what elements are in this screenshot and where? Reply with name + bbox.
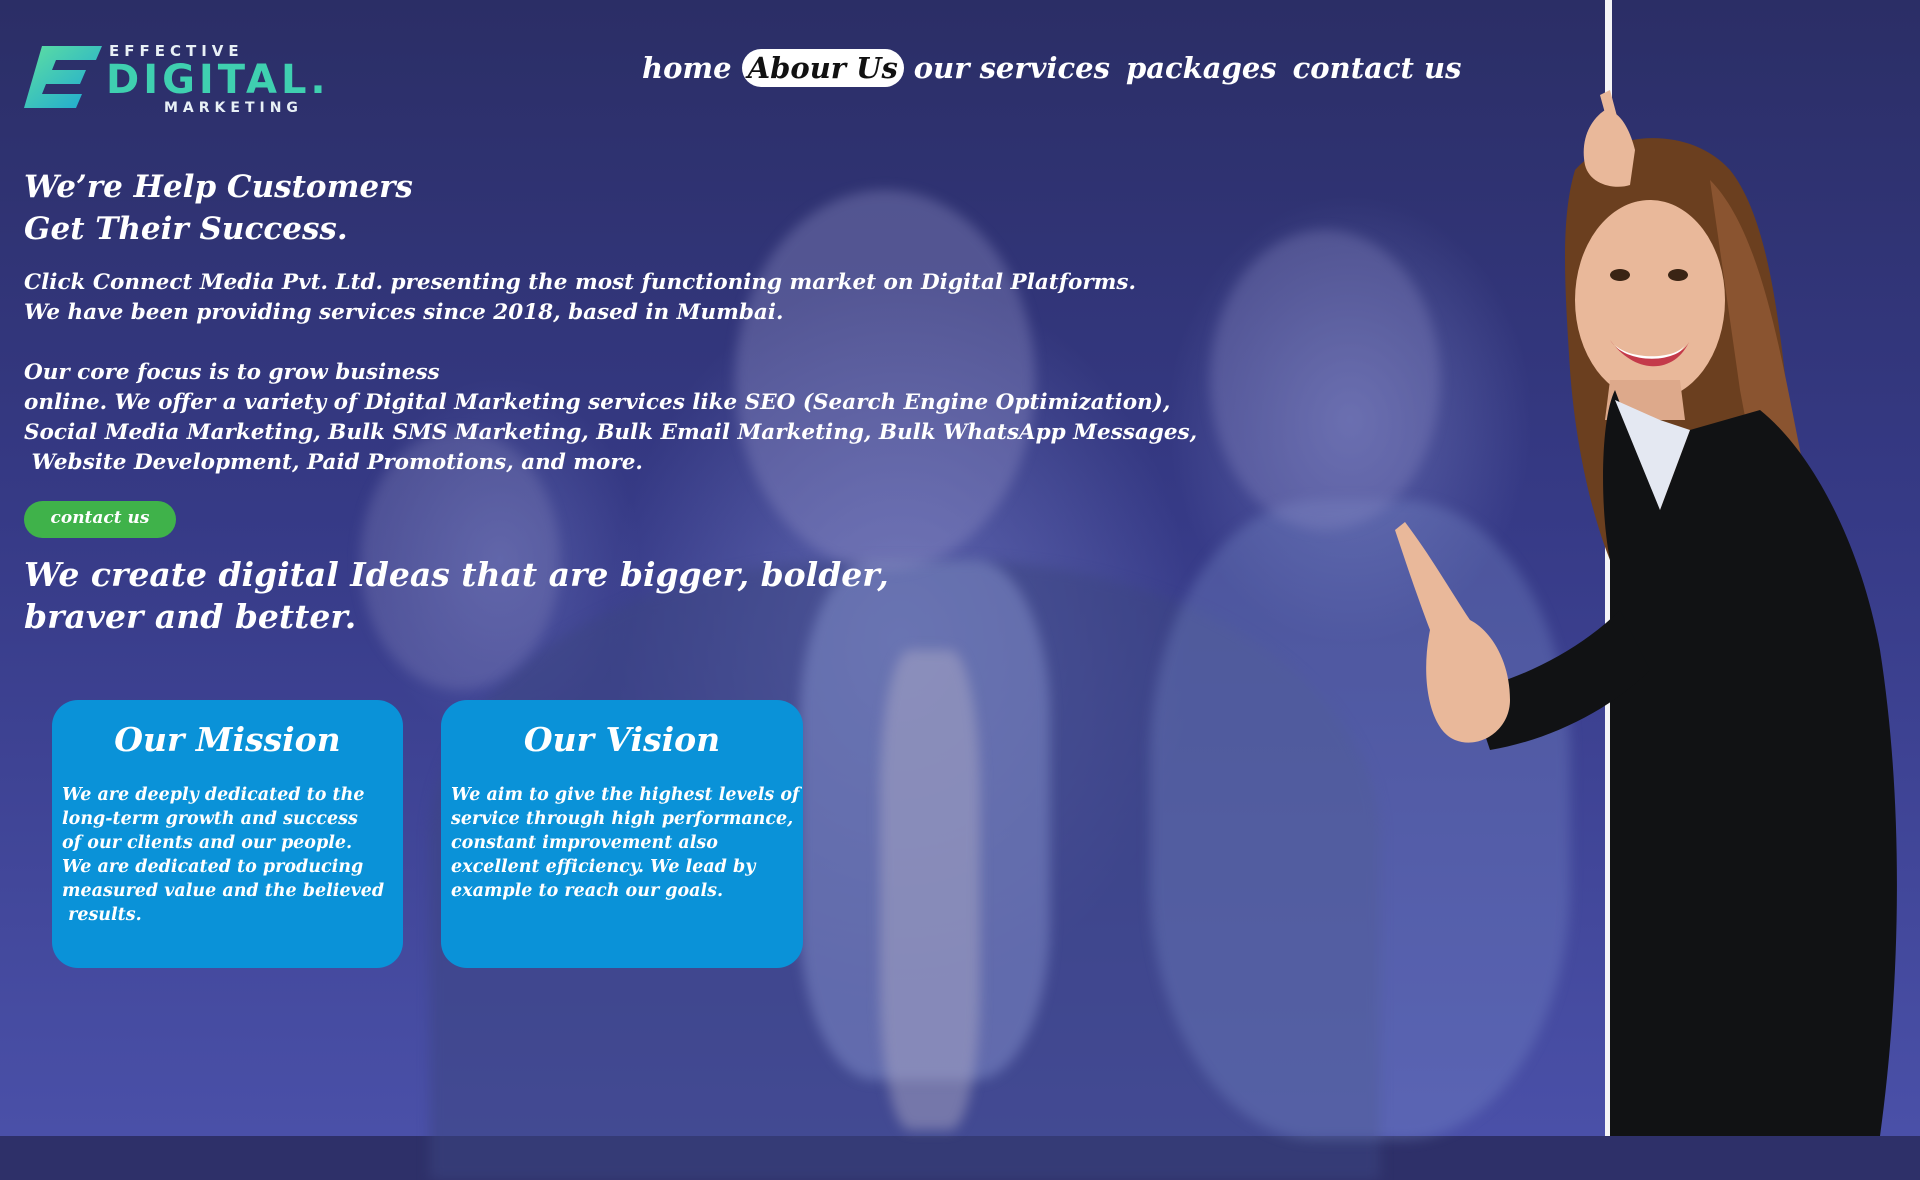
nav-about-us[interactable]: Abour Us bbox=[741, 49, 904, 87]
hero-intro-text: Click Connect Media Pvt. Ltd. presenting… bbox=[24, 270, 1198, 475]
logo-text-bottom: MARKETING bbox=[164, 100, 303, 116]
company-logo[interactable]: EFFECTIVE DIGITAL. MARKETING bbox=[24, 40, 334, 120]
hero-tagline: We create digital Ideas that are bigger,… bbox=[24, 554, 889, 638]
logo-e-icon bbox=[24, 46, 102, 108]
nav-our-services[interactable]: our services bbox=[908, 49, 1116, 87]
vision-title: Our Vision bbox=[523, 720, 721, 759]
vision-text: We aim to give the highest levels of ser… bbox=[451, 785, 800, 901]
main-nav: home Abour Us our services packages cont… bbox=[636, 44, 1471, 92]
hero-headline: We’re Help Customers Get Their Success. bbox=[24, 166, 413, 250]
nav-home[interactable]: home bbox=[636, 49, 738, 87]
mission-text: We are deeply dedicated to the long-term… bbox=[62, 785, 385, 925]
logo-text-main: DIGITAL. bbox=[106, 57, 330, 103]
mission-card: Our Mission We are deeply dedicated to t… bbox=[52, 700, 403, 968]
hero-tagline-line1: We create digital Ideas that are bigger,… bbox=[24, 555, 889, 594]
background-person-tie bbox=[880, 650, 980, 1130]
nav-packages[interactable]: packages bbox=[1120, 49, 1283, 87]
vision-card: Our Vision We aim to give the highest le… bbox=[441, 700, 803, 968]
woman-pointing-image bbox=[1395, 90, 1897, 1136]
hero-headline-line2: Get Their Success. bbox=[24, 211, 348, 247]
mission-title: Our Mission bbox=[114, 720, 341, 759]
nav-contact-us[interactable]: contact us bbox=[1287, 49, 1468, 87]
hero-tagline-line2: braver and better. bbox=[24, 597, 357, 636]
hero-headline-line1: We’re Help Customers bbox=[24, 169, 413, 205]
contact-us-button[interactable]: contact us bbox=[24, 501, 176, 538]
